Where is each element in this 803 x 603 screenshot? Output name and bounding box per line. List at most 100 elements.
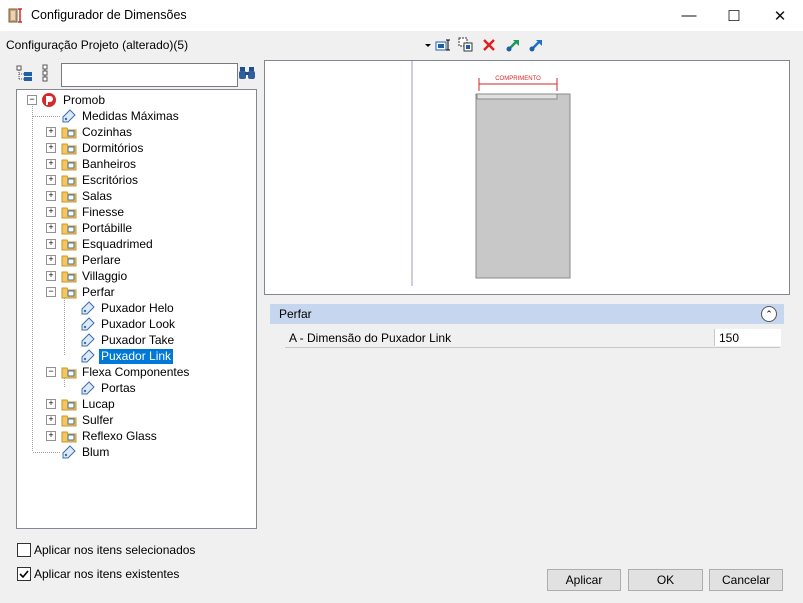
export-configuration-icon[interactable]: [528, 37, 544, 53]
dimension-tag-icon: [62, 445, 76, 459]
tree-node-label: Portábille: [82, 220, 133, 235]
property-value: 150: [719, 331, 740, 345]
folder-icon: [61, 143, 77, 155]
property-name: A - Dimensão do Puxador Link: [289, 331, 452, 345]
cancel-button[interactable]: Cancelar: [709, 569, 783, 591]
tree-node-label: Banheiros: [82, 156, 137, 171]
apply-selected-checkbox[interactable]: [17, 543, 31, 557]
apply-button[interactable]: Aplicar: [547, 569, 621, 591]
folder-open-icon: [61, 287, 77, 299]
ok-button[interactable]: OK: [628, 569, 703, 591]
property-grid: Perfar ⌃ A - Dimensão do Puxador Link 15…: [270, 304, 784, 354]
checkmark-icon: [19, 570, 29, 579]
expand-toggle-icon[interactable]: +: [46, 143, 56, 153]
maximize-button[interactable]: ☐: [711, 0, 757, 31]
maximize-icon: ☐: [727, 7, 741, 25]
folder-icon: [61, 175, 77, 187]
folder-icon: [61, 223, 77, 235]
tree-node-label: Puxador Helo: [101, 300, 174, 315]
folder-icon: [61, 271, 77, 283]
tree-node-label: Perlare: [82, 252, 121, 267]
tree-node-label: Lucap: [82, 396, 115, 411]
property-category-row[interactable]: Perfar ⌃: [270, 304, 784, 324]
minimize-button[interactable]: —: [666, 0, 712, 31]
apply-existing-checkbox[interactable]: [17, 567, 31, 581]
expand-toggle-icon[interactable]: +: [46, 239, 56, 249]
dimension-tree[interactable]: − Promob Medidas Máximas + Cozinhas + Do…: [16, 89, 257, 529]
tree-node-label: Flexa Componentes: [82, 364, 190, 379]
delete-configuration-icon[interactable]: [481, 37, 497, 53]
dimension-tag-icon: [81, 333, 95, 347]
tree-node-label: Dormitórios: [82, 140, 144, 155]
dimension-preview: COMPRIMENTO: [264, 60, 790, 295]
folder-icon: [61, 239, 77, 251]
expand-toggle-icon[interactable]: +: [46, 399, 56, 409]
close-button[interactable]: ✕: [757, 0, 803, 31]
minimize-icon: —: [681, 7, 697, 24]
tree-node-label: Cozinhas: [82, 124, 133, 139]
tree-node-label: Medidas Máximas: [82, 108, 179, 123]
dimension-tag-icon: [62, 109, 76, 123]
window-title: Configurador de Dimensões: [31, 8, 187, 22]
tree-node-label: Reflexo Glass: [82, 428, 157, 443]
configuration-dropdown-arrow-icon[interactable]: [420, 37, 436, 53]
search-input[interactable]: [61, 63, 238, 87]
tree-node-label: Villaggio: [82, 268, 128, 283]
apply-existing-label: Aplicar nos itens existentes: [34, 567, 180, 581]
import-configuration-icon[interactable]: [505, 37, 521, 53]
expand-tree-icon[interactable]: [16, 64, 34, 82]
dimension-tag-icon: [81, 349, 95, 363]
collapse-tree-icon[interactable]: [38, 64, 56, 82]
close-icon: ✕: [773, 7, 787, 25]
tree-connector-root: [32, 104, 33, 451]
collapse-category-icon[interactable]: ⌃: [761, 306, 777, 322]
property-value-field[interactable]: 150: [714, 329, 781, 346]
tree-connector: [33, 116, 60, 117]
app-icon: [8, 7, 25, 24]
dimension-tag-icon: [81, 301, 95, 315]
folder-icon: [61, 207, 77, 219]
expand-toggle-icon[interactable]: +: [46, 223, 56, 233]
expand-toggle-icon[interactable]: +: [46, 191, 56, 201]
tree-node-label: Promob: [63, 92, 106, 107]
tree-node-label: Finesse: [82, 204, 125, 219]
tree-node-label: Perfar: [82, 284, 115, 299]
expand-toggle-icon[interactable]: +: [46, 175, 56, 185]
property-category-label: Perfar: [279, 307, 312, 321]
binoculars-search-icon[interactable]: [238, 64, 256, 82]
save-configuration-icon[interactable]: [435, 37, 451, 53]
tree-node-label: Portas: [101, 380, 136, 395]
tree-node-label: Esquadrimed: [82, 236, 153, 251]
tree-connector: [33, 452, 60, 453]
collapse-toggle-icon[interactable]: −: [27, 95, 37, 105]
folder-icon: [61, 255, 77, 267]
expand-toggle-icon[interactable]: +: [46, 431, 56, 441]
property-row[interactable]: A - Dimensão do Puxador Link 150: [270, 327, 784, 348]
expand-toggle-icon[interactable]: +: [46, 207, 56, 217]
promob-logo-icon: [42, 93, 56, 107]
folder-icon: [61, 191, 77, 203]
tree-node-label: Salas: [82, 188, 113, 203]
folder-open-icon: [61, 367, 77, 379]
configuration-label: Configuração Projeto (alterado)(5): [6, 38, 189, 52]
row-divider: [285, 347, 780, 348]
folder-icon: [61, 415, 77, 427]
collapse-toggle-icon[interactable]: −: [46, 287, 56, 297]
tree-node-label: Blum: [82, 444, 110, 459]
folder-icon: [61, 127, 77, 139]
dimension-label: COMPRIMENTO: [495, 76, 541, 82]
expand-toggle-icon[interactable]: +: [46, 159, 56, 169]
folder-icon: [61, 159, 77, 171]
expand-toggle-icon[interactable]: +: [46, 415, 56, 425]
expand-toggle-icon[interactable]: +: [46, 127, 56, 137]
tree-node-label: Puxador Take: [101, 332, 175, 347]
tree-node-label: Sulfer: [82, 412, 114, 427]
collapse-toggle-icon[interactable]: −: [46, 367, 56, 377]
expand-toggle-icon[interactable]: +: [46, 271, 56, 281]
folder-icon: [61, 431, 77, 443]
dimension-tag-icon: [81, 317, 95, 331]
folder-icon: [61, 399, 77, 411]
preview-drawing: COMPRIMENTO: [411, 61, 571, 286]
copy-configuration-icon[interactable]: [458, 37, 474, 53]
expand-toggle-icon[interactable]: +: [46, 255, 56, 265]
